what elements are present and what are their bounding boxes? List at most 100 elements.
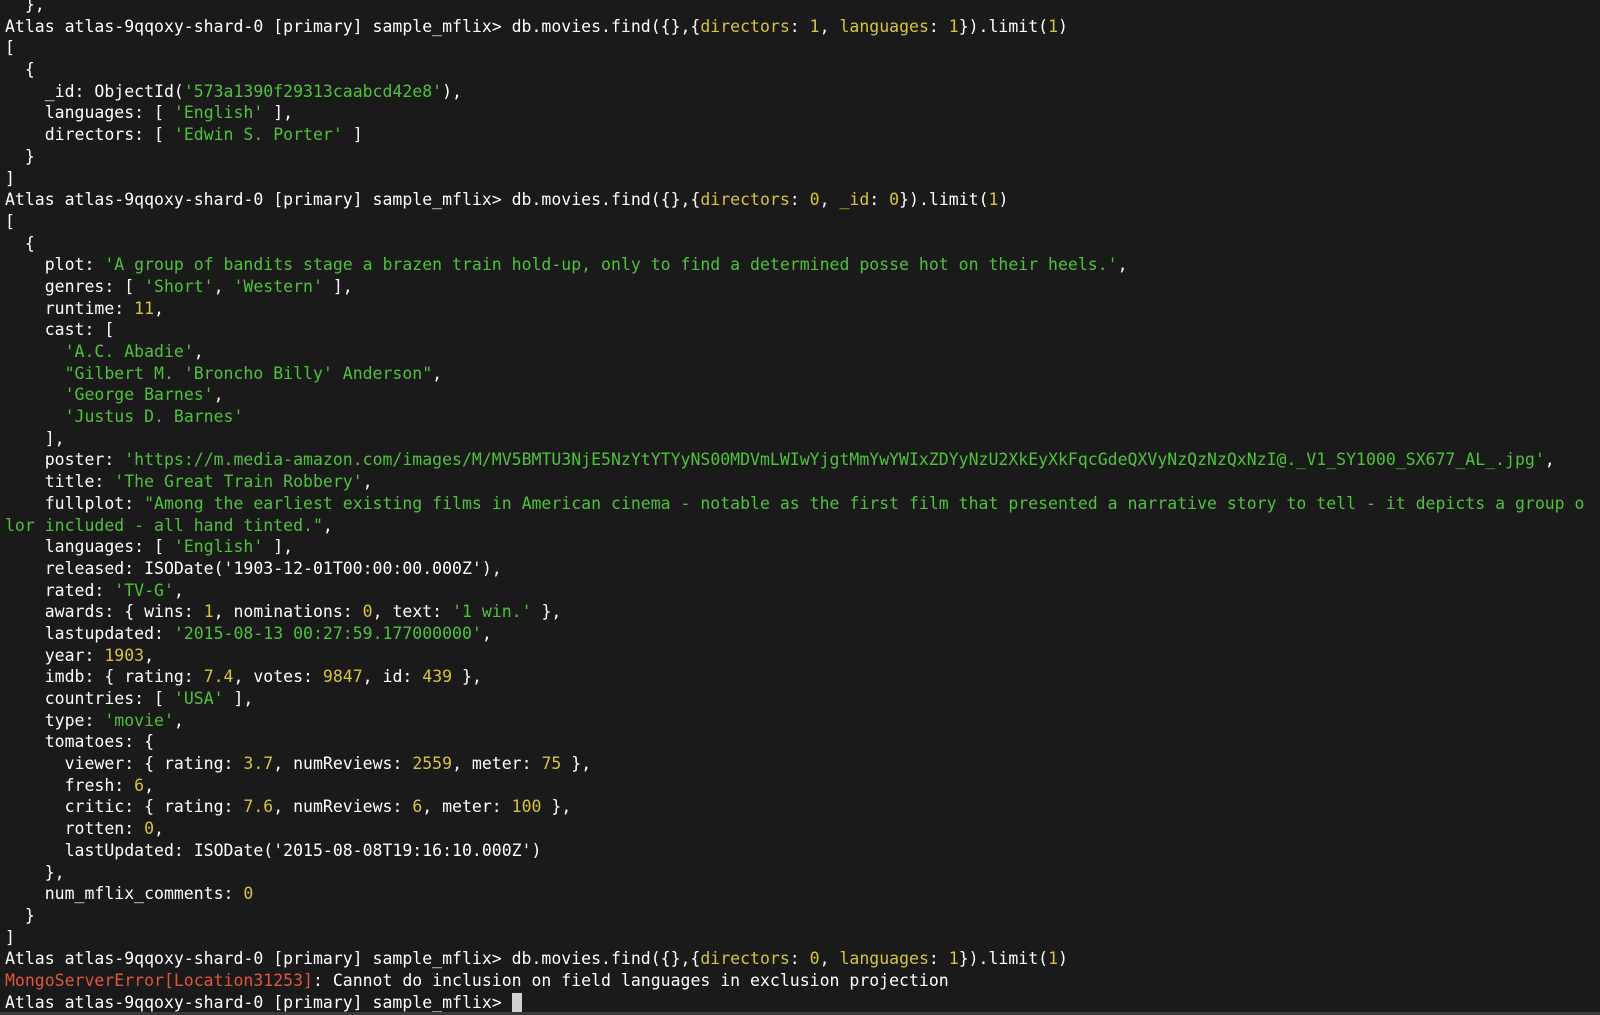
terminal-line: _id: ObjectId('573a1390f29313caabcd42e8'…	[5, 81, 1585, 103]
text-token: ]	[5, 168, 15, 188]
text-token: :	[789, 949, 810, 969]
text-token: },	[5, 0, 45, 14]
text-token: ,	[154, 298, 164, 318]
string-token: 'A.C. Abadie'	[64, 342, 194, 361]
text-token: genres: [	[5, 276, 145, 296]
terminal-line: languages: [ 'English' ],	[5, 536, 1585, 558]
text-token: ],	[5, 428, 65, 448]
number-token: 9847	[322, 667, 363, 687]
string-token: 'English'	[173, 103, 264, 123]
text-token: plot:	[5, 255, 105, 275]
text-token: Atlas atlas-9qqoxy-shard-0 [primary] sam…	[5, 190, 701, 210]
text-token: ]	[342, 125, 363, 145]
terminal-output: }, Atlas atlas-9qqoxy-shard-0 [primary] s…	[5, 0, 1585, 1013]
number-token: 0	[362, 602, 373, 622]
terminal-line: Atlas atlas-9qqoxy-shard-0 [primary] sam…	[5, 948, 1585, 970]
text-token: [	[5, 38, 15, 58]
terminal-line: 'George Barnes',	[5, 384, 1585, 406]
string-token: 'Western'	[233, 276, 323, 296]
number-token: 0	[809, 949, 820, 969]
string-token: 'The Great Train Robbery'	[114, 472, 363, 492]
text-token: fresh:	[5, 775, 135, 795]
number-token: 1	[948, 949, 959, 969]
number-token: 1	[203, 602, 214, 622]
terminal-line: languages: [ 'English' ],	[5, 102, 1585, 124]
text-token: , text:	[372, 602, 453, 622]
text-token: runtime:	[5, 298, 135, 318]
terminal-line: "Gilbert M. 'Broncho Billy' Anderson",	[5, 363, 1585, 385]
number-token: 3.7	[243, 754, 274, 774]
terminal-line: countries: [ 'USA' ],	[5, 688, 1585, 710]
text-token: }).limit(	[899, 190, 989, 210]
text-token: ,	[144, 645, 155, 665]
terminal-line: ],	[5, 428, 1585, 450]
number-token: 0	[144, 819, 155, 839]
text-token: , meter:	[422, 797, 512, 817]
text-token: ,	[819, 949, 840, 969]
text-token: {	[5, 60, 35, 80]
text-token: ,	[213, 385, 224, 405]
text-token: )	[998, 190, 1009, 210]
text-token: :	[869, 190, 890, 210]
terminal-window[interactable]: }, Atlas atlas-9qqoxy-shard-0 [primary] s…	[0, 0, 1600, 1015]
terminal-line: lor included - all hand tinted.",	[5, 515, 1585, 537]
number-token: 1	[1048, 949, 1059, 969]
text-token: Atlas atlas-9qqoxy-shard-0 [primary] sam…	[5, 949, 701, 969]
error-token: MongoServerError[Location31253]	[5, 970, 313, 990]
text-token: },	[452, 667, 482, 687]
terminal-line: year: 1903,	[5, 645, 1585, 667]
text-token: , meter:	[452, 754, 542, 774]
number-token: 11	[134, 298, 155, 318]
terminal-line: fresh: 6,	[5, 775, 1585, 797]
number-token: 0	[809, 190, 820, 210]
string-token: 'https://m.media-amazon.com/images/M/MV5…	[124, 450, 1545, 470]
text-token: , numReviews:	[273, 754, 413, 774]
text-token: )	[1058, 16, 1068, 36]
text-cursor[interactable]	[511, 992, 522, 1012]
terminal-line: genres: [ 'Short', 'Western' ],	[5, 276, 1585, 298]
text-token: ,	[1544, 450, 1555, 470]
text-token: ],	[322, 276, 353, 296]
text-token: languages: [	[5, 103, 174, 123]
terminal-line: imdb: { rating: 7.4, votes: 9847, id: 43…	[5, 666, 1585, 688]
string-token: 'Short'	[144, 276, 214, 296]
text-token: Atlas atlas-9qqoxy-shard-0 [primary] sam…	[5, 992, 512, 1012]
text-token: rotten:	[5, 819, 145, 839]
text-token: , numReviews:	[273, 797, 413, 817]
text-token: ,	[819, 16, 840, 36]
text-token: }	[5, 905, 35, 925]
text-token: , votes:	[233, 667, 323, 687]
terminal-line: tomatoes: {	[5, 731, 1585, 753]
number-token: 7.4	[203, 667, 234, 687]
text-token: ,	[173, 710, 184, 730]
string-token: 'George Barnes'	[64, 385, 214, 405]
terminal-line: lastupdated: '2015-08-13 00:27:59.177000…	[5, 623, 1585, 645]
text-token: ,	[144, 775, 155, 795]
string-token: 'Edwin S. Porter'	[173, 125, 343, 145]
terminal-line: directors: [ 'Edwin S. Porter' ]	[5, 124, 1585, 146]
text-token: ,	[819, 190, 840, 210]
terminal-line: {	[5, 59, 1585, 81]
text-token: :	[789, 16, 810, 36]
terminal-line: viewer: { rating: 3.7, numReviews: 2559,…	[5, 753, 1585, 775]
string-token: 'USA'	[173, 689, 224, 708]
number-token: 6	[134, 775, 145, 795]
terminal-line: fullplot: "Among the earliest existing f…	[5, 493, 1585, 515]
text-token: num_mflix_comments:	[5, 884, 244, 904]
terminal-line: poster: 'https://m.media-amazon.com/imag…	[5, 449, 1585, 471]
text-token: ,	[213, 276, 234, 296]
text-token: type:	[5, 710, 105, 730]
key-token: languages	[839, 949, 929, 969]
text-token: awards: { wins:	[5, 602, 204, 622]
number-token: 1903	[104, 645, 145, 665]
text-token: , nominations:	[213, 602, 363, 622]
text-token: },	[531, 602, 562, 622]
text-token: poster:	[5, 450, 125, 470]
text-token: :	[928, 949, 949, 969]
string-token: "Gilbert M. 'Broncho Billy' Anderson"	[64, 363, 433, 383]
text-token: viewer: { rating:	[5, 754, 244, 774]
text-token: ,	[432, 363, 443, 383]
